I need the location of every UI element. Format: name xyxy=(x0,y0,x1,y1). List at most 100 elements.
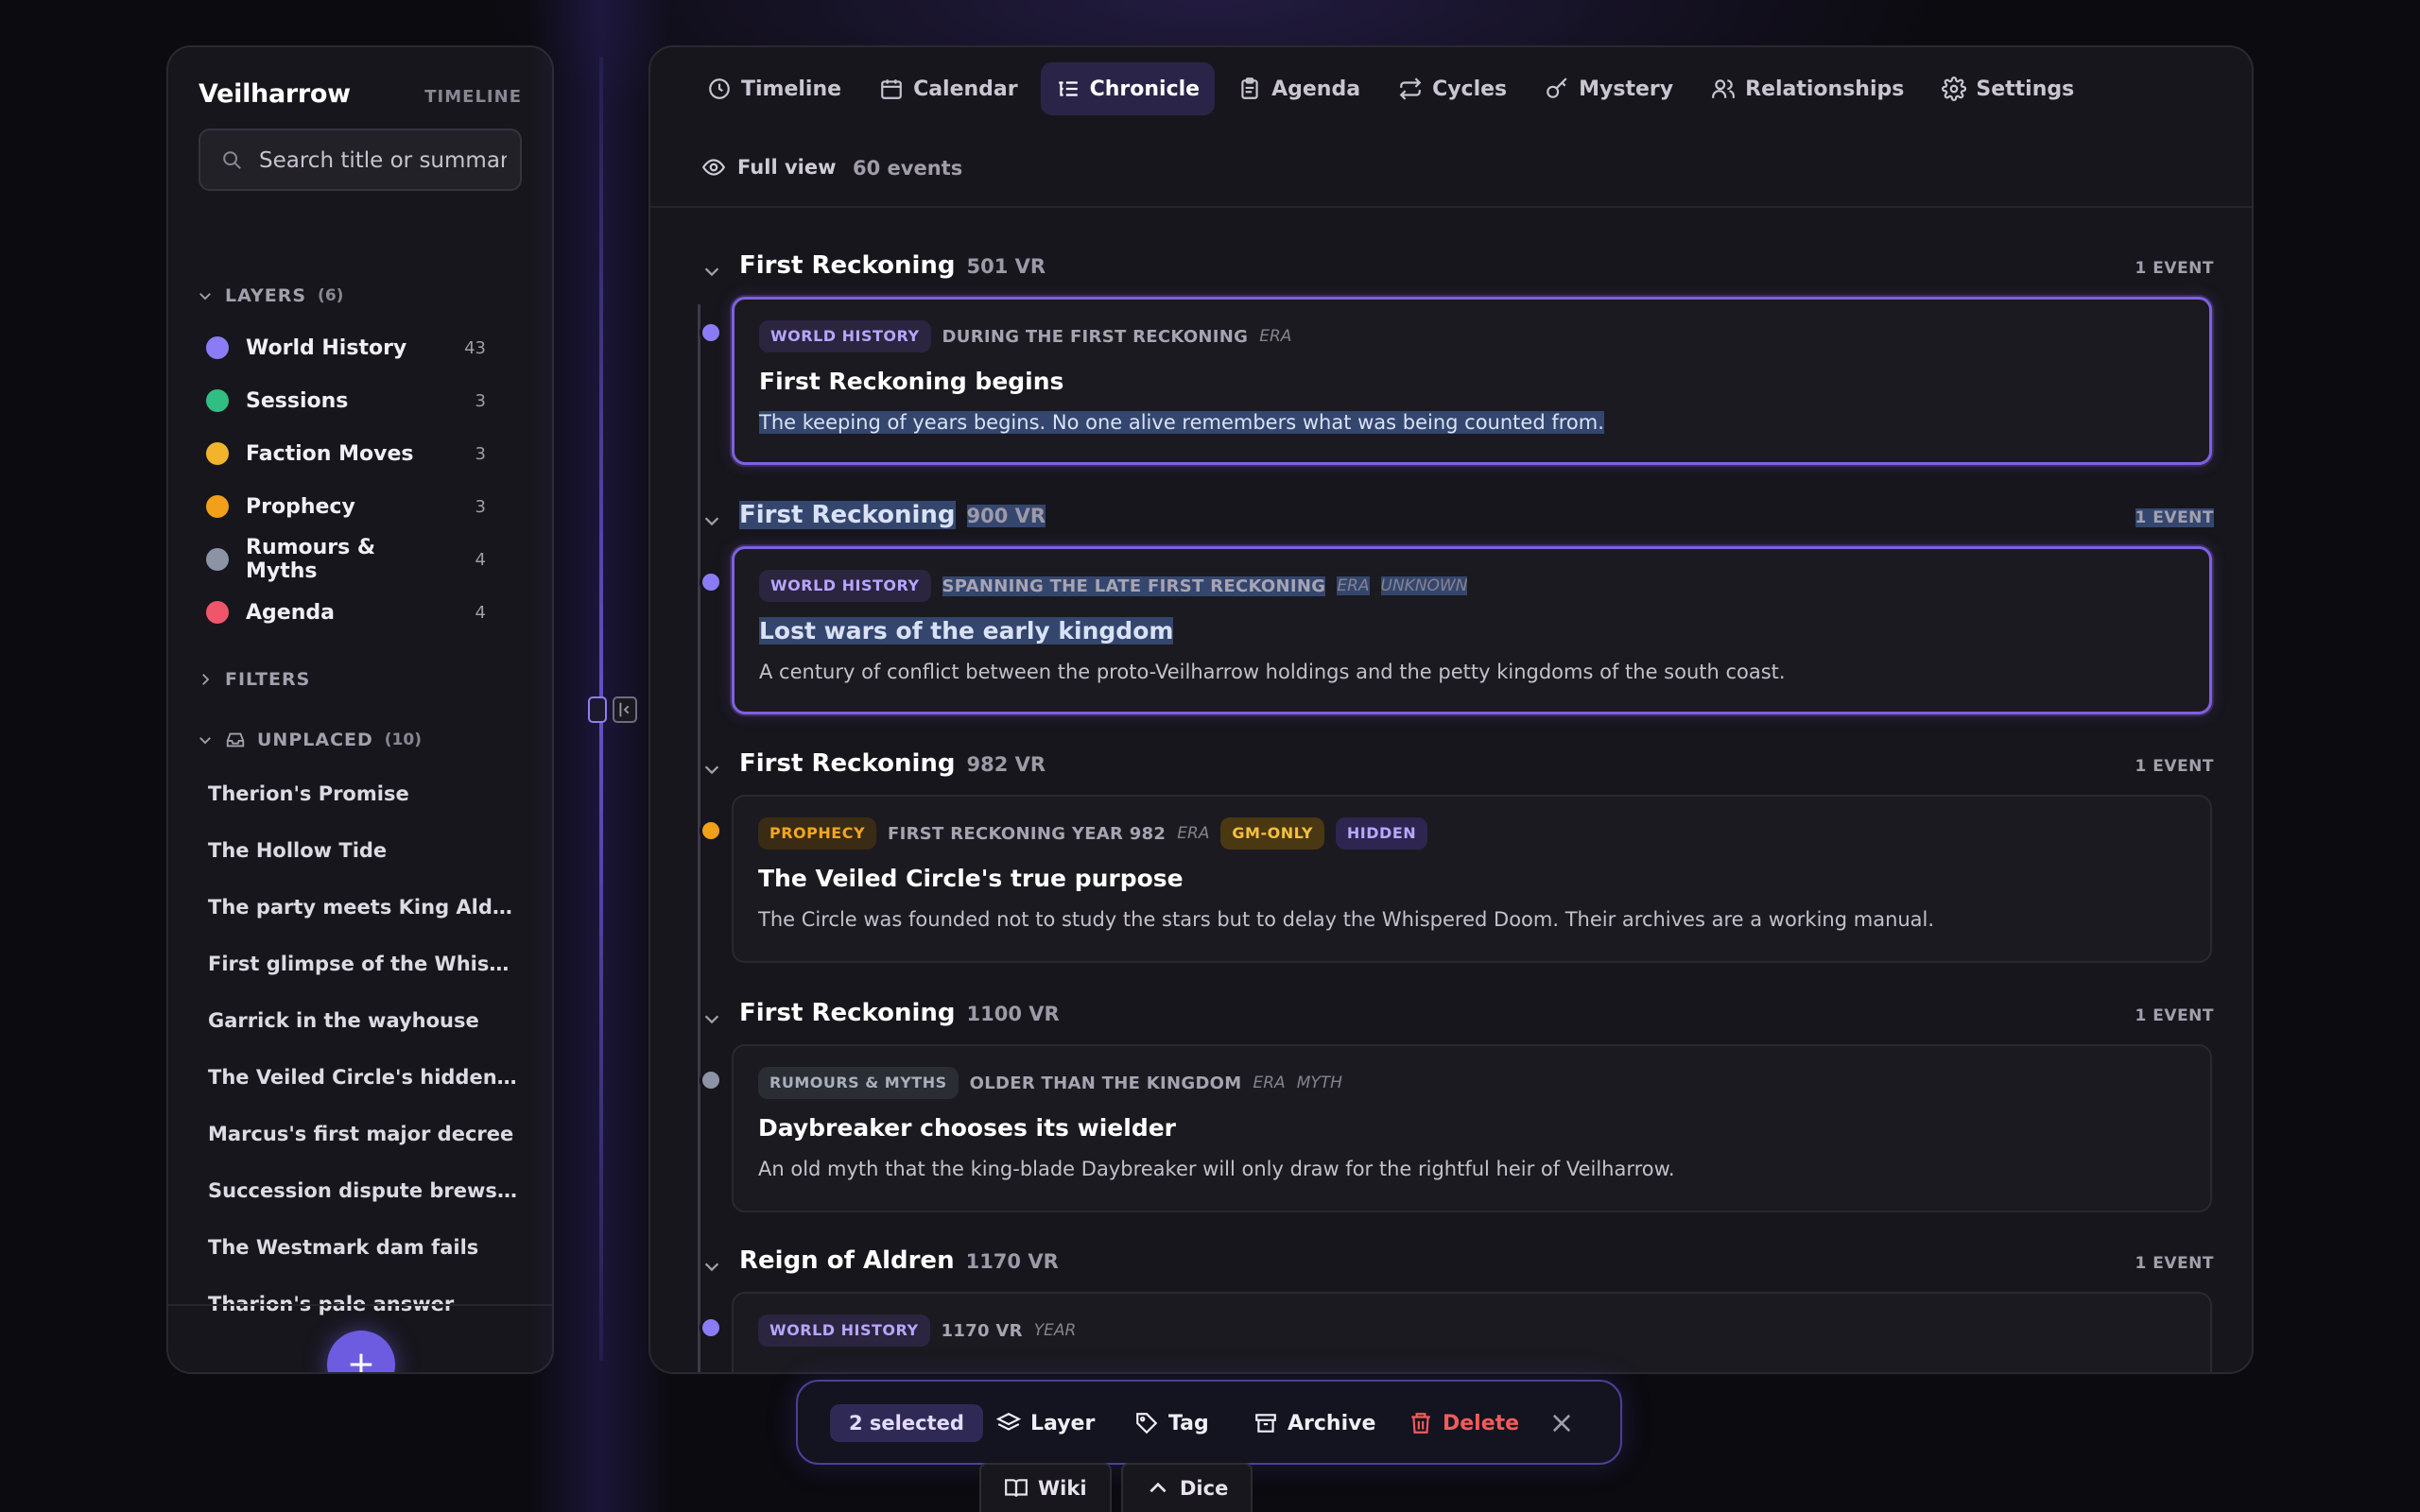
archive-icon xyxy=(1255,1414,1276,1433)
add-event-button[interactable]: + xyxy=(327,1331,395,1372)
layer-count: 4 xyxy=(475,549,486,570)
layer-name: Agenda xyxy=(246,600,335,625)
eye-icon[interactable] xyxy=(501,442,524,465)
tab-chronicle[interactable]: Chronicle xyxy=(1040,62,1216,115)
visibility-badge: GM-ONLY xyxy=(1220,817,1324,850)
group-title: First Reckoning 900 VR xyxy=(739,501,1046,529)
group-header[interactable]: Reign of Aldren 1170 VR 1 EVENT xyxy=(701,1246,2214,1284)
filters-section-toggle[interactable]: FILTERS xyxy=(197,665,310,694)
drag-handle[interactable] xyxy=(588,696,607,723)
full-view-toggle[interactable]: Full view xyxy=(701,155,837,180)
bulk-action-bar: 2 selected Layer Tag Archive Delete xyxy=(796,1380,1622,1465)
tab-relationships[interactable]: Relationships xyxy=(1696,62,1919,115)
group-header[interactable]: First Reckoning 1100 VR 1 EVENT xyxy=(701,999,2214,1037)
sidebar-divider xyxy=(168,1304,552,1306)
layer-row[interactable]: Faction Moves 3 xyxy=(206,435,524,472)
group-header[interactable]: First Reckoning 501 VR 1 EVENT xyxy=(701,251,2214,289)
event-card[interactable]: WORLD HISTORY DURING THE FIRST RECKONING E… xyxy=(732,297,2212,465)
unplaced-item[interactable]: The Veiled Circle's hidden archive xyxy=(208,1066,520,1089)
event-summary-text: A century of conflict between the proto-… xyxy=(759,661,1786,683)
eye-icon xyxy=(701,159,726,176)
layer-badge: RUMOURS & MYTHS xyxy=(758,1067,959,1099)
tab-calendar[interactable]: Calendar xyxy=(864,62,1033,115)
layers-section-toggle[interactable]: LAYERS (6) xyxy=(197,282,343,310)
date-precision: UNKNOWN xyxy=(1380,576,1468,595)
event-card[interactable]: WORLD HISTORY 1170 VR YEAR xyxy=(732,1292,2212,1372)
search-input[interactable] xyxy=(259,142,507,180)
chevron-down-icon xyxy=(704,765,719,775)
archive-button-label: Archive xyxy=(1288,1411,1376,1435)
unplaced-item[interactable]: Succession dispute brews in the capital xyxy=(208,1179,520,1202)
main-panel: Timeline Calendar Chronicle Agenda Cycles Mys… xyxy=(648,45,2254,1374)
layer-badge: PROPHECY xyxy=(758,817,877,850)
dice-button[interactable]: Dice xyxy=(1121,1463,1253,1512)
event-title: Daybreaker chooses its wielder xyxy=(758,1114,1176,1142)
archive-button[interactable]: Archive xyxy=(1253,1404,1375,1442)
unplaced-item[interactable]: The Westmark dam fails xyxy=(208,1236,520,1259)
tab-label: Chronicle xyxy=(1089,77,1201,101)
users-icon xyxy=(1712,79,1736,98)
layer-row[interactable]: Rumours & Myths 4 xyxy=(206,536,524,583)
eye-icon[interactable] xyxy=(501,495,524,518)
eye-icon[interactable] xyxy=(501,601,524,624)
eye-icon[interactable] xyxy=(501,336,524,359)
group-name: First Reckoning xyxy=(739,251,956,280)
unplaced-item[interactable]: First glimpse of the Whispered Doom xyxy=(208,953,520,975)
event-summary: An old myth that the king-blade Daybreak… xyxy=(758,1158,1675,1180)
event-count: 60 events xyxy=(853,157,963,180)
layer-row[interactable]: Agenda 4 xyxy=(206,593,524,631)
group-title: First Reckoning 982 VR xyxy=(739,749,1046,778)
layer-name: World History xyxy=(246,335,407,360)
group-year: 1170 VR xyxy=(965,1250,1059,1273)
event-title: The Veiled Circle's true purpose xyxy=(758,865,1184,892)
layer-row[interactable]: World History 43 xyxy=(206,329,524,367)
group-event-count: 1 EVENT xyxy=(2135,259,2214,278)
event-card[interactable]: PROPHECY FIRST RECKONING YEAR 982 ERA GM-ON… xyxy=(732,795,2212,963)
chevron-down-icon xyxy=(704,1015,719,1024)
clipboard-icon xyxy=(1241,77,1258,99)
layer-row[interactable]: Sessions 3 xyxy=(206,382,524,420)
tab-label: Calendar xyxy=(913,77,1018,101)
event-card[interactable]: RUMOURS & MYTHS OLDER THAN THE KINGDOM ERA… xyxy=(732,1044,2212,1212)
close-icon[interactable] xyxy=(1548,1410,1575,1436)
collapse-sidebar-button[interactable] xyxy=(613,696,637,723)
layer-row[interactable]: Prophecy 3 xyxy=(206,488,524,525)
event-date: DURING THE FIRST RECKONING xyxy=(942,326,1249,347)
unplaced-item[interactable]: Therion's Promise xyxy=(208,782,520,805)
tab-agenda[interactable]: Agenda xyxy=(1222,62,1375,115)
group-title: Reign of Aldren 1170 VR xyxy=(739,1246,1059,1275)
timeline-rail xyxy=(698,304,700,1372)
group-year: 1100 VR xyxy=(966,1003,1060,1025)
event-title-text: The Veiled Circle's true purpose xyxy=(758,865,1184,892)
tab-cycles[interactable]: Cycles xyxy=(1383,62,1522,115)
wiki-button[interactable]: Wiki xyxy=(979,1463,1112,1512)
search-box[interactable] xyxy=(199,129,522,191)
layer-badge: WORLD HISTORY xyxy=(759,570,931,602)
event-title-text: Daybreaker chooses its wielder xyxy=(758,1114,1177,1142)
event-card[interactable]: WORLD HISTORY SPANNING THE LATE FIRST REC… xyxy=(732,546,2212,714)
unplaced-section-toggle[interactable]: UNPLACED (10) xyxy=(197,726,422,754)
tab-timeline[interactable]: Timeline xyxy=(692,62,856,115)
unplaced-item[interactable]: The party meets King Aldren xyxy=(208,896,520,919)
delete-button[interactable]: Delete xyxy=(1409,1404,1519,1442)
layers-count: (6) xyxy=(318,286,344,305)
group-year: 501 VR xyxy=(966,255,1046,278)
tab-mystery[interactable]: Mystery xyxy=(1530,62,1688,115)
tab-label: Relationships xyxy=(1745,77,1905,101)
unplaced-item[interactable]: Garrick in the wayhouse xyxy=(208,1009,520,1032)
layers-label: LAYERS xyxy=(225,285,307,306)
tab-settings[interactable]: Settings xyxy=(1927,62,2089,115)
layer-color-dot xyxy=(206,336,229,359)
group-header[interactable]: First Reckoning 900 VR 1 EVENT xyxy=(701,501,2214,539)
eye-icon[interactable] xyxy=(501,548,524,571)
filters-label: FILTERS xyxy=(225,669,311,690)
unplaced-item[interactable]: Marcus's first major decree xyxy=(208,1123,520,1145)
selection-count: 2 selected xyxy=(830,1404,983,1442)
group-title: First Reckoning 501 VR xyxy=(739,251,1046,280)
group-header[interactable]: First Reckoning 982 VR 1 EVENT xyxy=(701,749,2214,787)
layer-color-dot xyxy=(206,442,229,465)
unplaced-item[interactable]: The Hollow Tide xyxy=(208,839,520,862)
eye-icon[interactable] xyxy=(501,389,524,412)
tag-button[interactable]: Tag xyxy=(1134,1404,1209,1442)
layer-button[interactable]: Layer xyxy=(996,1404,1095,1442)
